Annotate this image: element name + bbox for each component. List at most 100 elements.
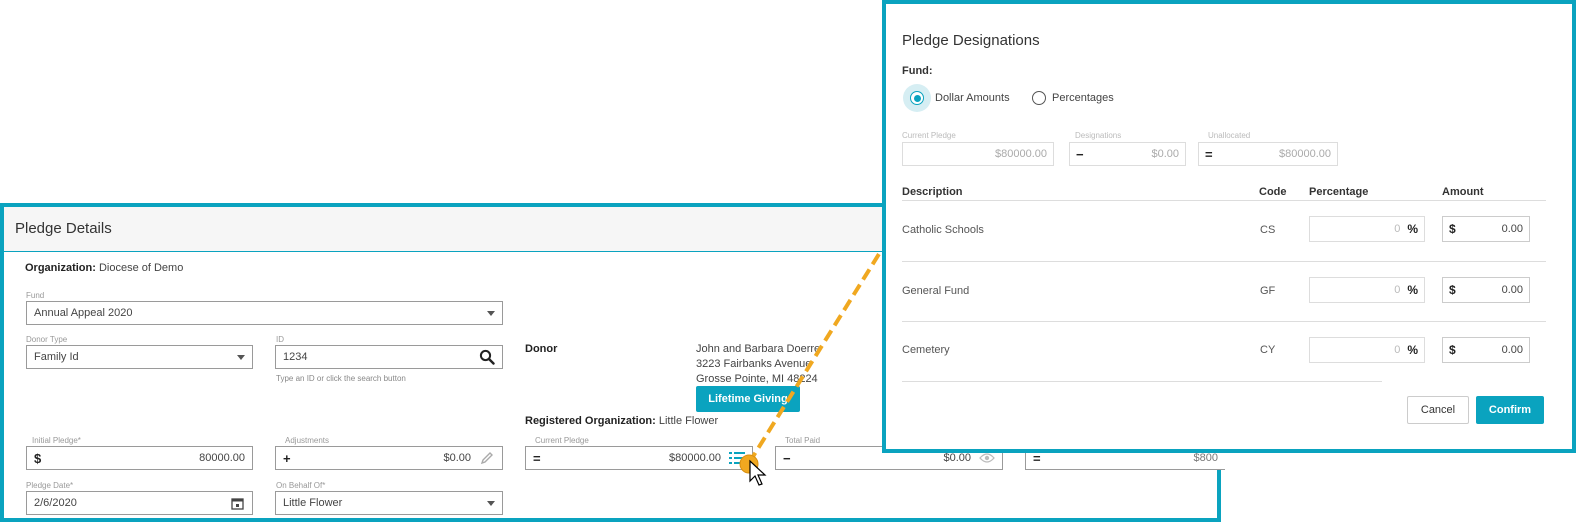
table-bottom-divider [902,381,1382,382]
row-code: GF [1260,285,1276,297]
modal-title: Pledge Designations [902,32,1040,49]
donor-name: John and Barbara Doerre [696,343,821,355]
chevron-down-icon [487,500,495,506]
adjustments-field: + $0.00 [275,446,503,470]
summary-designations-label: Designations [1075,131,1122,140]
registered-org-label: Registered Organization: [525,415,656,427]
donor-type-label: Donor Type [26,335,68,344]
id-hint: Type an ID or click the search button [276,374,406,383]
summary-current-pledge-label: Current Pledge [902,131,956,140]
row-percentage-value: 0 [1394,344,1401,356]
row-percentage-input[interactable]: 0 % [1309,277,1425,303]
pledge-designations-modal: Pledge Designations Fund: Dollar Amounts… [882,0,1576,453]
organization-line: Organization: Diocese of Demo [25,262,183,274]
col-percentage: Percentage [1309,186,1369,198]
row-divider [902,321,1546,322]
row-code: CS [1260,224,1276,236]
row-amount-value: 0.00 [1501,223,1523,235]
plus-prefix: + [283,450,291,466]
dollar-prefix: $ [1449,343,1456,357]
row-percentage-value: 0 [1394,284,1401,296]
percent-suffix: % [1407,343,1418,357]
radio-percentages[interactable]: Percentages [1032,91,1114,105]
summary-designations-value: $0.00 [1151,148,1179,160]
on-behalf-of-value: Little Flower [283,497,343,509]
row-code: CY [1260,344,1276,356]
on-behalf-of-select[interactable]: Little Flower [275,491,503,515]
col-amount: Amount [1442,186,1484,198]
pencil-icon[interactable] [479,450,495,466]
adjustments-label: Adjustments [285,436,330,445]
lifetime-giving-button[interactable]: Lifetime Giving [696,386,800,412]
calendar-icon[interactable] [229,495,245,511]
summary-current-pledge-field: $80000.00 [902,142,1054,166]
row-amount-input[interactable]: $ 0.00 [1442,277,1530,303]
summary-unallocated-label: Unallocated [1208,131,1251,140]
fund-select[interactable]: Annual Appeal 2020 [26,301,503,325]
current-pledge-label: Current Pledge [535,436,589,445]
cancel-button[interactable]: Cancel [1407,396,1469,424]
radio-ring [910,91,924,105]
summary-unallocated-field: = $80000.00 [1198,142,1338,166]
modal-fund-label: Fund: [902,65,933,77]
dollar-prefix: $ [1449,222,1456,236]
dollar-prefix: $ [34,450,42,466]
current-pledge-value: $80000.00 [669,452,721,464]
current-pledge-field: = $80000.00 [525,446,753,470]
confirm-button[interactable]: Confirm [1476,396,1544,424]
col-description: Description [902,186,963,198]
radio-halo [903,84,931,112]
summary-current-pledge-value: $80000.00 [995,148,1047,160]
row-description: General Fund [902,285,970,297]
organization-label: Organization: [25,262,96,274]
dollar-prefix: $ [1449,283,1456,297]
row-divider [902,261,1546,262]
percent-suffix: % [1407,283,1418,297]
donor-address-line2: Grosse Pointe, MI 48224 [696,373,818,385]
summary-unallocated-value: $80000.00 [1279,148,1331,160]
row-percentage-input[interactable]: 0 % [1309,337,1425,363]
row-percentage-input[interactable]: 0 % [1309,216,1425,242]
minus-prefix: − [1076,146,1084,162]
radio-ring [1032,91,1046,105]
pledge-date-label: Pledge Date* [26,481,74,490]
donor-address-line1: 3223 Fairbanks Avenue [696,358,812,370]
radio-dot [913,94,921,102]
equals-prefix: = [533,450,541,466]
registered-org-value: Little Flower [658,415,719,427]
minus-prefix: − [783,450,791,466]
initial-pledge-label: Initial Pledge* [32,436,81,445]
fund-label: Fund [26,291,45,300]
row-amount-input[interactable]: $ 0.00 [1442,216,1530,242]
initial-pledge-value: 80000.00 [199,452,245,464]
initial-pledge-input[interactable]: $ 80000.00 [26,446,253,470]
search-icon[interactable] [479,349,495,365]
row-amount-value: 0.00 [1501,344,1523,356]
summary-designations-field: − $0.00 [1069,142,1186,166]
pledge-details-title: Pledge Details [15,220,112,237]
row-percentage-value: 0 [1394,223,1401,235]
row-amount-input[interactable]: $ 0.00 [1442,337,1530,363]
balance-value: $800 [1193,452,1218,464]
donor-type-value: Family Id [34,351,79,363]
on-behalf-of-label: On Behalf Of* [276,481,326,490]
total-paid-value: $0.00 [943,452,971,464]
radio-percentages-label: Percentages [1052,92,1114,104]
radio-dollar-amounts-label: Dollar Amounts [935,92,1010,104]
donor-type-select[interactable]: Family Id [26,345,253,369]
id-value: 1234 [283,351,308,363]
list-icon[interactable] [729,450,745,466]
total-paid-label: Total Paid [785,436,821,445]
col-code: Code [1259,186,1287,198]
table-header-divider [902,200,1546,201]
organization-value: Diocese of Demo [98,262,184,274]
id-label: ID [276,335,284,344]
radio-dollar-amounts[interactable]: Dollar Amounts [903,84,1010,112]
chevron-down-icon [487,310,495,316]
donor-label: Donor [525,343,558,355]
pledge-date-input[interactable]: 2/6/2020 [26,491,253,515]
adjustments-value: $0.00 [443,452,471,464]
fund-value: Annual Appeal 2020 [34,307,133,319]
id-input[interactable]: 1234 [275,345,503,369]
equals-prefix: = [1205,146,1213,162]
